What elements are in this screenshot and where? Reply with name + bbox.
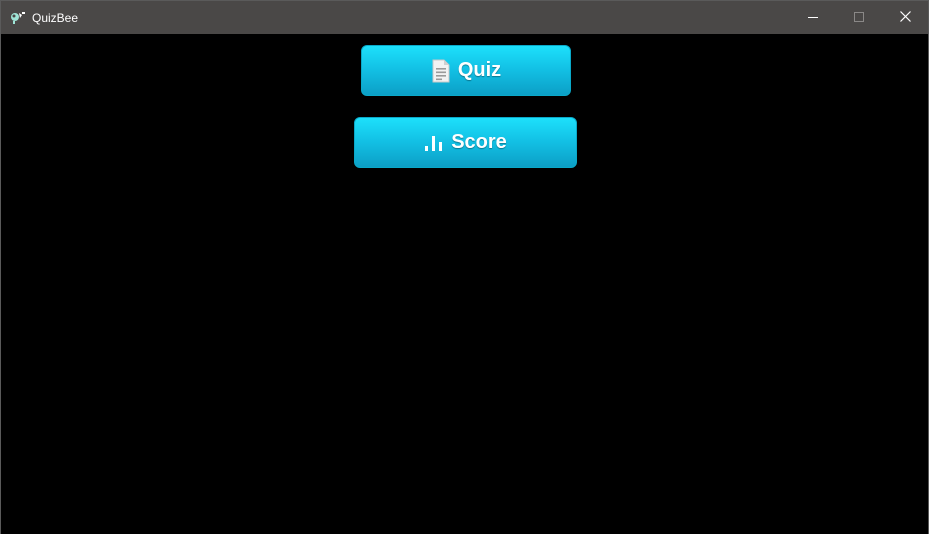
score-button-label: Score xyxy=(451,131,507,153)
close-button[interactable] xyxy=(882,1,928,34)
main-content: Quiz Score xyxy=(1,34,928,534)
app-window: QuizBee Quiz Score xyxy=(0,0,929,534)
minimize-icon xyxy=(808,9,818,27)
maximize-button[interactable] xyxy=(836,1,882,34)
quiz-button-label: Quiz xyxy=(457,59,502,81)
maximize-icon xyxy=(854,9,864,27)
close-icon xyxy=(899,9,911,27)
quiz-button[interactable]: Quiz xyxy=(361,45,571,96)
score-button[interactable]: Score xyxy=(354,117,577,168)
document-icon xyxy=(431,59,451,83)
title-bar[interactable]: QuizBee xyxy=(1,1,928,34)
minimize-button[interactable] xyxy=(790,1,836,34)
bar-chart-icon xyxy=(424,134,444,152)
window-title: QuizBee xyxy=(32,11,79,25)
app-logo-icon xyxy=(10,11,26,25)
